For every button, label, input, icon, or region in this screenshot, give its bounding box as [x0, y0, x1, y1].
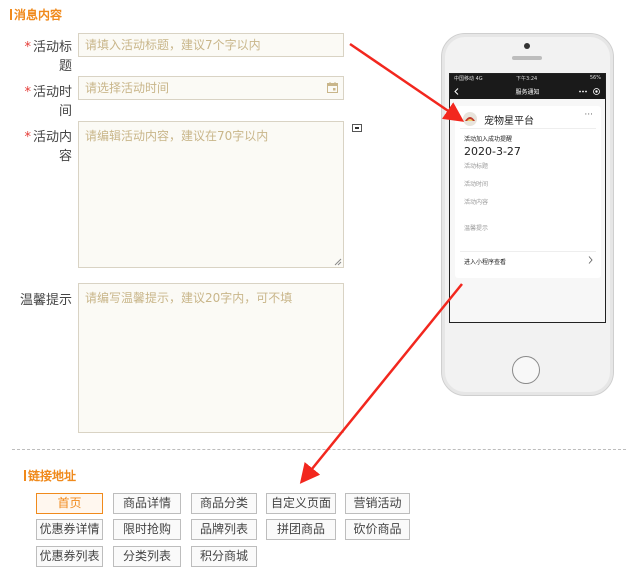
camera-icon: [524, 43, 530, 49]
phone-screen: 中国移动 4G 下午3:24 56% 服务通知 宠物星平台 ··· 活动加入成功…: [449, 73, 606, 323]
emoji-icon[interactable]: [352, 124, 362, 132]
app-name: 宠物星平台: [484, 116, 534, 127]
card-field: 活动内容: [464, 199, 489, 206]
card-footer-link[interactable]: 进入小程序查看: [464, 257, 506, 266]
link-button[interactable]: 砍价商品: [345, 519, 410, 540]
link-button[interactable]: 商品详情: [113, 493, 181, 514]
card-more[interactable]: ···: [584, 110, 593, 120]
status-bar: 中国移动 4G 下午3:24 56%: [450, 74, 605, 84]
message-section-title: 消息内容: [10, 6, 62, 23]
activity-content-textarea[interactable]: 请编辑活动内容，建议在70字以内: [78, 121, 344, 268]
activity-time-label: * 活动时间: [24, 85, 72, 119]
card-field: 活动标题: [464, 163, 489, 170]
section-divider: [12, 449, 626, 450]
calendar-icon[interactable]: [327, 82, 338, 93]
target-icon[interactable]: [593, 88, 600, 95]
warm-tip-label: 温馨提示: [19, 293, 72, 308]
link-button[interactable]: 自定义页面: [266, 493, 336, 514]
link-button[interactable]: 限时抢购: [113, 519, 181, 540]
chevron-right-icon[interactable]: [588, 256, 593, 264]
activity-time-input[interactable]: 请选择活动时间: [78, 76, 344, 100]
link-button[interactable]: 积分商城: [191, 546, 257, 567]
card-field: 活动时间: [464, 181, 489, 188]
link-button[interactable]: 首页: [36, 493, 103, 514]
more-dots-icon[interactable]: [579, 90, 587, 93]
pet-logo-icon: [463, 112, 477, 126]
notification-card[interactable]: 宠物星平台 ··· 活动加入成功提醒 2020-3-27 活动标题 活动时间 活…: [455, 106, 601, 278]
home-button: [512, 356, 540, 384]
warm-tip-textarea[interactable]: 请编写温馨提示，建议20字内，可不填: [78, 283, 344, 433]
card-heading: 活动加入成功提醒: [464, 136, 513, 143]
link-button[interactable]: 拼团商品: [266, 519, 336, 540]
activity-title-input[interactable]: 请填入活动标题，建议7个字以内: [78, 33, 344, 57]
link-button[interactable]: 优惠券详情: [36, 519, 103, 540]
link-button[interactable]: 分类列表: [113, 546, 181, 567]
activity-title-label: * 活动标题: [24, 40, 72, 74]
link-button[interactable]: 品牌列表: [191, 519, 257, 540]
resize-handle-icon[interactable]: [334, 258, 342, 266]
link-button[interactable]: 营销活动: [345, 493, 410, 514]
speaker-grille: [512, 56, 542, 60]
wechat-nav-bar: 服务通知: [450, 84, 605, 99]
card-field: 温馨提示: [464, 225, 489, 232]
link-button[interactable]: 商品分类: [191, 493, 257, 514]
card-date: 2020-3-27: [464, 145, 521, 158]
link-button[interactable]: 优惠券列表: [36, 546, 103, 567]
activity-content-label: * 活动内容: [24, 130, 72, 164]
link-section-title: 链接地址: [24, 467, 76, 484]
